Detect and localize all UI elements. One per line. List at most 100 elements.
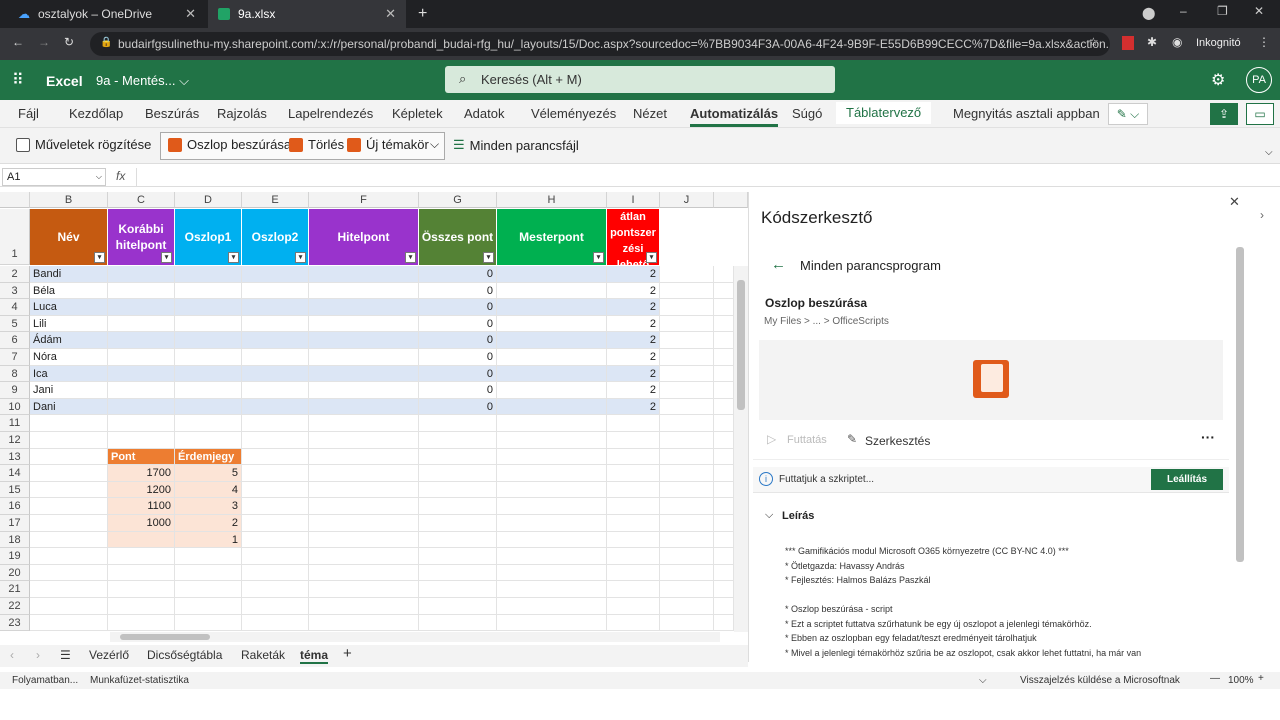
small-table-cell[interactable]: 1700 (108, 465, 175, 482)
select-all-corner[interactable] (0, 192, 30, 208)
grid-cell[interactable] (497, 432, 607, 449)
grid-cell[interactable] (175, 564, 242, 582)
grid-cell[interactable] (714, 581, 734, 598)
grid-cell[interactable] (242, 299, 309, 316)
search-box[interactable]: ⌕ Keresés (Alt + M) (445, 66, 835, 93)
grid-cell[interactable] (419, 448, 497, 466)
header-cell-credit[interactable]: Hitelpont ▾ (309, 209, 419, 265)
close-pane-icon[interactable]: ✕ (1229, 194, 1240, 210)
column-header-f[interactable]: F (309, 192, 419, 208)
row-header[interactable]: 14 (0, 465, 30, 482)
grid-cell[interactable]: 2 (607, 299, 660, 316)
grid-cell[interactable] (242, 315, 309, 333)
tab-table-design[interactable]: Táblatervező (836, 102, 932, 124)
grid-cell[interactable] (497, 282, 607, 300)
row-header[interactable]: 6 (0, 332, 30, 349)
grid-cell[interactable] (660, 382, 714, 399)
column-header-b[interactable]: B (30, 192, 108, 208)
grid-cell[interactable] (497, 531, 607, 549)
small-table-cell[interactable]: 1200 (108, 481, 175, 499)
column-header-d[interactable]: D (175, 192, 242, 208)
row-header[interactable]: 8 (0, 365, 30, 383)
editing-mode-icon[interactable]: ✎ ⌵ (1108, 103, 1148, 125)
grid-cell[interactable] (242, 266, 309, 283)
address-bar[interactable]: 🔒 budairfgsulinethu-my.sharepoint.com/:x… (90, 32, 1110, 56)
small-table-header[interactable]: Érdemjegy (175, 448, 242, 466)
header-cell-col2[interactable]: Oszlop2 ▾ (242, 209, 309, 265)
grid-cell[interactable]: 0 (419, 266, 497, 283)
tab-insert[interactable]: Beszúrás (145, 106, 199, 121)
record-actions-button[interactable]: Műveletek rögzítése (16, 137, 151, 152)
row-header[interactable]: 16 (0, 498, 30, 515)
pdf-extension-icon[interactable] (1122, 36, 1134, 50)
grid-cell[interactable] (497, 465, 607, 482)
row-header[interactable]: 5 (0, 315, 30, 333)
grid-cell[interactable] (309, 498, 419, 515)
tab-home[interactable]: Kezdőlap (69, 106, 123, 121)
small-table-cell[interactable]: 5 (175, 465, 242, 482)
header-cell-prev-credit[interactable]: Korábbi hitelpont ▾ (108, 209, 175, 265)
new-topic-script-button[interactable]: Új témakör (347, 137, 429, 152)
grid-cell[interactable] (497, 365, 607, 383)
grid-cell[interactable] (30, 465, 108, 482)
grid-cell[interactable]: 0 (419, 315, 497, 333)
grid-cell[interactable] (108, 564, 175, 582)
grid-cell[interactable] (309, 598, 419, 615)
grid-cell[interactable] (714, 531, 734, 549)
grid-cell[interactable] (497, 448, 607, 466)
grid-cell[interactable] (108, 415, 175, 432)
browser-tab-onedrive[interactable]: ☁ osztalyok – OneDrive ✕ (8, 0, 206, 28)
sheet-tab-vezerlo[interactable]: Vezérlő (89, 648, 129, 662)
grid-cell[interactable] (242, 415, 309, 432)
grid-cell[interactable] (497, 415, 607, 432)
row-header[interactable]: 4 (0, 299, 30, 316)
grid-cell[interactable] (242, 548, 309, 565)
sheet-tab-dicsosegtabla[interactable]: Dicsőségtábla (147, 648, 222, 662)
grid-cell[interactable] (497, 349, 607, 366)
edit-button[interactable]: Szerkesztés (865, 434, 930, 448)
grid-cell[interactable] (309, 448, 419, 466)
column-header-g[interactable]: G (419, 192, 497, 208)
forward-icon[interactable]: → (38, 35, 50, 49)
small-table-cell[interactable] (108, 531, 175, 549)
chevron-right-icon[interactable]: › (1260, 208, 1264, 222)
reload-icon[interactable]: ↻ (64, 35, 74, 49)
grid-cell[interactable]: Luca (30, 299, 108, 316)
grid-cell[interactable] (497, 299, 607, 316)
tab-formulas[interactable]: Képletek (392, 106, 443, 121)
tab-review[interactable]: Véleményezés (531, 106, 616, 121)
grid-cell[interactable] (242, 365, 309, 383)
grid-cell[interactable] (660, 365, 714, 383)
grid-cell[interactable]: Bandi (30, 266, 108, 283)
grid-cell[interactable]: 2 (607, 349, 660, 366)
settings-gear-icon[interactable]: ⚙ (1211, 70, 1225, 90)
grid-cell[interactable] (242, 448, 309, 466)
grid-cell[interactable] (175, 315, 242, 333)
grid-cell[interactable] (108, 382, 175, 399)
grid-cell[interactable] (309, 581, 419, 598)
tab-file[interactable]: Fájl (18, 106, 39, 121)
grid-cell[interactable] (497, 564, 607, 582)
row-header[interactable]: 9 (0, 382, 30, 399)
grid-cell[interactable] (309, 382, 419, 399)
tab-page-layout[interactable]: Lapelrendezés (288, 106, 373, 121)
column-header-i[interactable]: I (607, 192, 660, 208)
grid-cell[interactable]: 0 (419, 282, 497, 300)
row-header[interactable]: 3 (0, 282, 30, 300)
grid-cell[interactable] (175, 266, 242, 283)
grid-cell[interactable] (242, 349, 309, 366)
grid-cell[interactable] (108, 548, 175, 565)
browser-tab-excel[interactable]: 9a.xlsx ✕ (208, 0, 406, 28)
grid-cell[interactable] (660, 415, 714, 432)
chevron-down-icon[interactable]: ⌵ (979, 675, 987, 686)
grid-cell[interactable] (30, 498, 108, 515)
grid-cell[interactable] (242, 581, 309, 598)
grid-cell[interactable] (497, 398, 607, 416)
grid-cell[interactable]: 0 (419, 365, 497, 383)
maximize-icon[interactable]: ❐ (1217, 4, 1228, 18)
grid-cell[interactable] (660, 581, 714, 598)
grid-cell[interactable] (419, 581, 497, 598)
grid-cell[interactable] (242, 498, 309, 515)
grid-cell[interactable]: Ica (30, 365, 108, 383)
grid-cell[interactable]: 2 (607, 266, 660, 283)
